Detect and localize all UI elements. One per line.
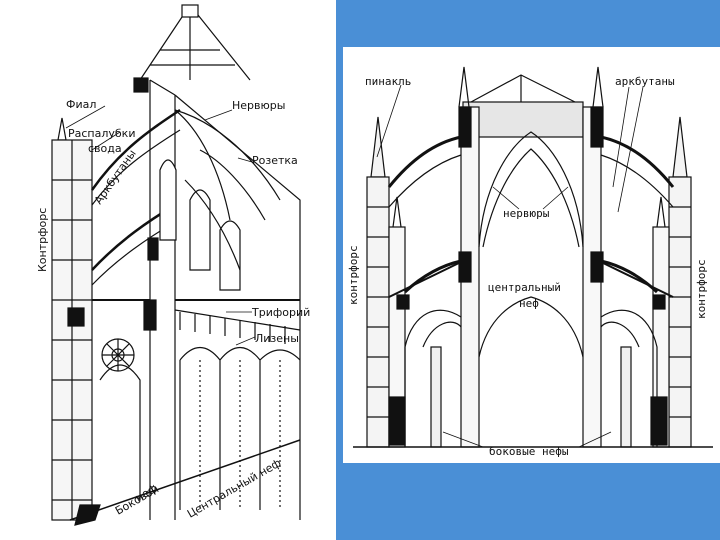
cathedral-cross-section-drawing: пинакль аркбутаны нервюры центральный не… bbox=[343, 47, 720, 463]
label-fial: Фиал bbox=[66, 98, 96, 111]
label-nervyury-left: Нервюры bbox=[232, 99, 285, 112]
label-kontrfors-right-left: контрфорс bbox=[347, 245, 360, 305]
slide: Фиал Распалубки свода Нервюры Розетка Ар… bbox=[0, 0, 720, 540]
label-arkbutany-left: Аркбутаны bbox=[92, 147, 139, 206]
label-raspalubki-line1: Распалубки bbox=[68, 127, 135, 140]
label-tsentralny-line1: центральный bbox=[488, 281, 561, 294]
label-arkbutany-right: аркбутаны bbox=[615, 75, 675, 88]
label-bokovye-nefy: боковые нефы bbox=[489, 445, 569, 458]
label-kontrfors-right-right: контрфорс bbox=[695, 259, 708, 319]
label-raspalubki-line2: свода bbox=[88, 142, 122, 155]
label-lizeny: Лизены bbox=[255, 332, 299, 345]
label-triforiy: Трифорий bbox=[251, 306, 310, 319]
label-rozetka: Розетка bbox=[252, 154, 298, 167]
label-nervyury-right: нервюры bbox=[503, 207, 550, 220]
label-kontrfors-left: Контрфорс bbox=[36, 208, 49, 272]
cathedral-cutaway-drawing: Фиал Распалубки свода Нервюры Розетка Ар… bbox=[36, 4, 310, 526]
label-tsentralny-line2: неф bbox=[519, 297, 539, 310]
label-pinakl: пинакль bbox=[365, 75, 411, 88]
